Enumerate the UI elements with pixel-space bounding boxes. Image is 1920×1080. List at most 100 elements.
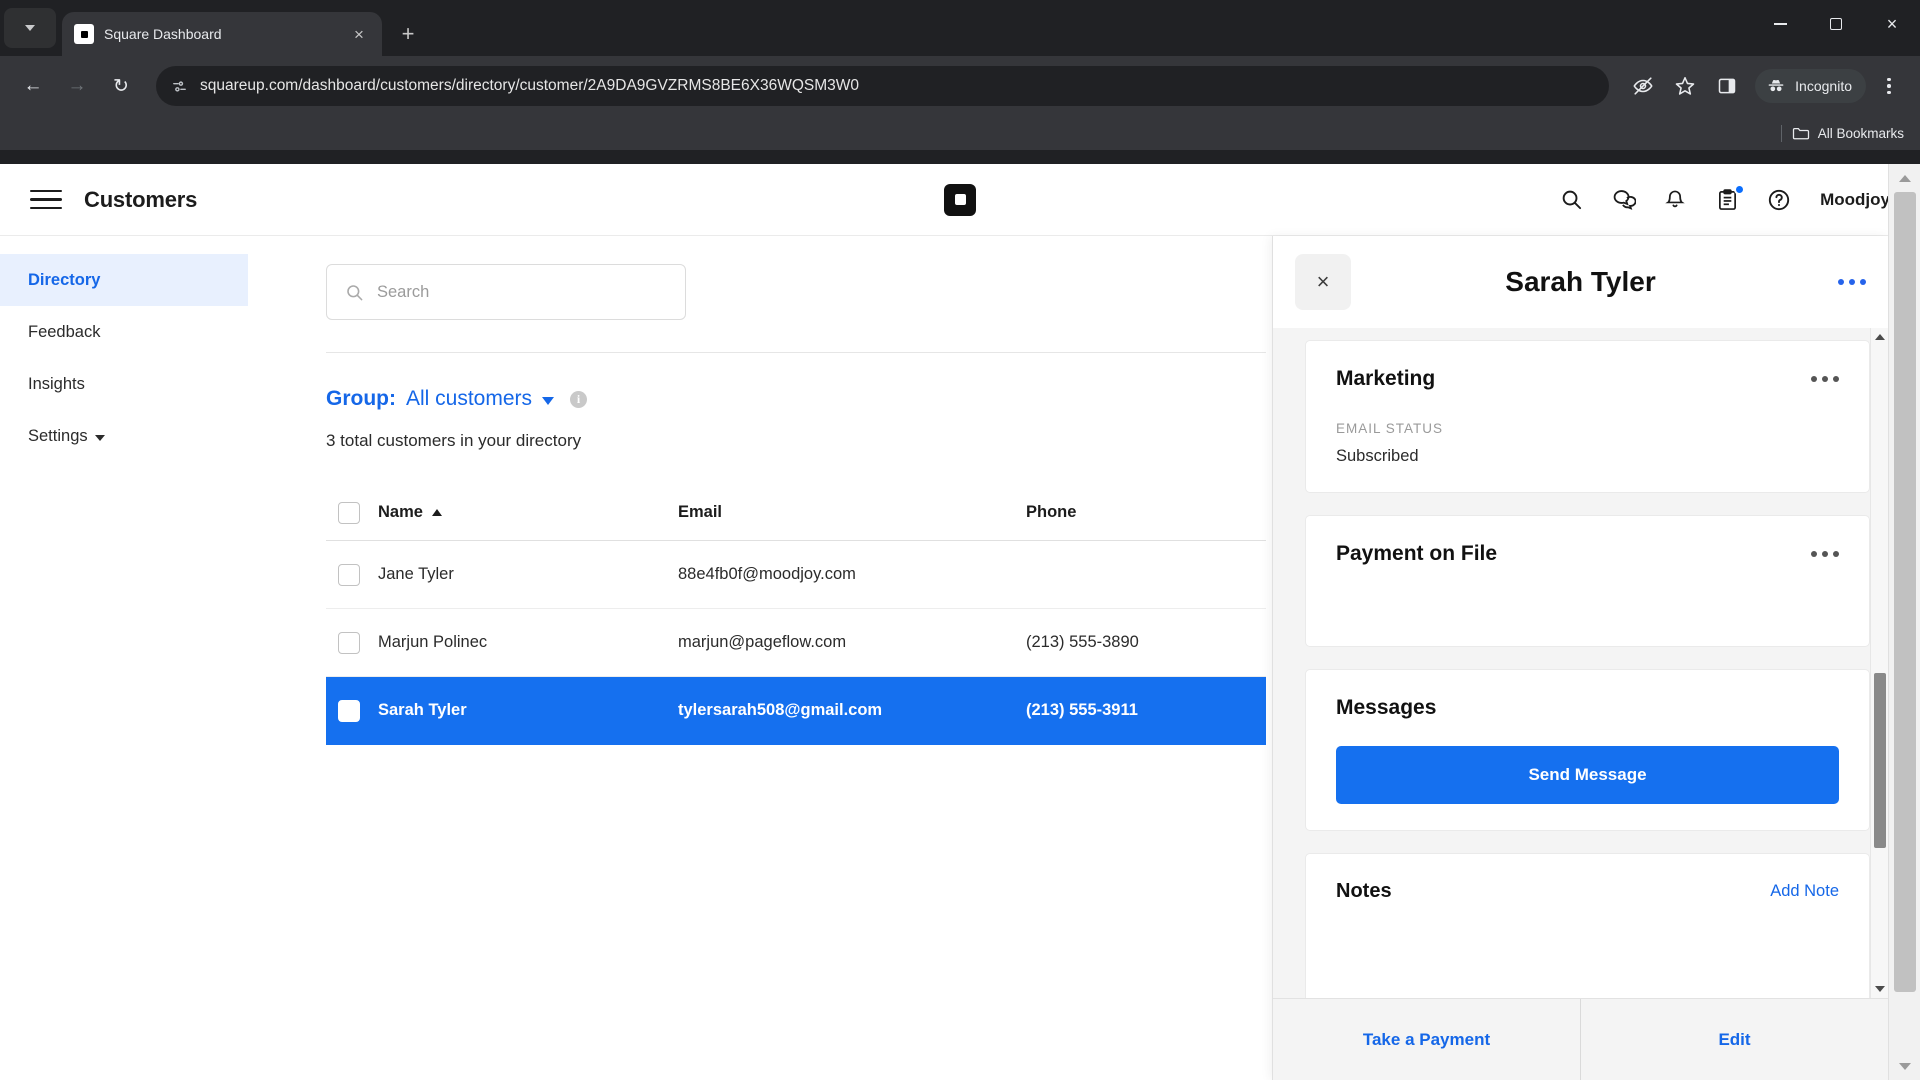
take-a-payment-button[interactable]: Take a Payment xyxy=(1273,999,1580,1080)
column-header-phone[interactable]: Phone xyxy=(1018,503,1266,522)
row-checkbox-cell[interactable] xyxy=(326,631,378,654)
panel-scrollbar[interactable] xyxy=(1870,328,1888,998)
info-icon[interactable]: i xyxy=(570,390,588,408)
card-header: Messages xyxy=(1336,696,1839,720)
forward-button[interactable]: → xyxy=(58,67,96,105)
minimize-window-button[interactable] xyxy=(1752,0,1808,48)
side-panel-icon[interactable] xyxy=(1709,68,1745,104)
app-header: Customers Moodjoy xyxy=(0,164,1920,236)
page-scrollbar-thumb[interactable] xyxy=(1894,192,1916,992)
page-scrollbar[interactable] xyxy=(1888,164,1920,1080)
sidebar-item-feedback[interactable]: Feedback xyxy=(0,306,248,358)
edit-button[interactable]: Edit xyxy=(1581,999,1888,1080)
sidebar-item-settings[interactable]: Settings xyxy=(0,410,248,462)
scroll-up-button[interactable] xyxy=(1871,328,1888,346)
browser-window: Square Dashboard × + × ← → ↻ squareup.co… xyxy=(0,0,1920,1080)
select-all-checkbox-cell[interactable] xyxy=(326,501,378,524)
bell-icon[interactable] xyxy=(1660,185,1690,215)
close-window-button[interactable]: × xyxy=(1864,0,1920,48)
chevron-down-icon xyxy=(94,434,105,441)
close-panel-button[interactable]: × xyxy=(1295,254,1351,310)
cell-name: Sarah Tyler xyxy=(378,701,467,719)
sidebar-item-label: Insights xyxy=(28,374,85,393)
reload-button[interactable]: ↻ xyxy=(102,67,140,105)
panel-title: Sarah Tyler xyxy=(1505,266,1656,297)
divider xyxy=(326,352,1266,353)
page-scroll-up-button[interactable] xyxy=(1889,164,1920,192)
add-note-link[interactable]: Add Note xyxy=(1770,882,1839,901)
sidebar: Directory Feedback Insights Settings xyxy=(0,236,248,1080)
row-checkbox[interactable] xyxy=(338,563,360,586)
back-button[interactable]: ← xyxy=(14,67,52,105)
help-icon[interactable] xyxy=(1764,185,1794,215)
scrollbar-thumb[interactable] xyxy=(1874,673,1886,848)
incognito-indicator[interactable]: Incognito xyxy=(1755,69,1866,103)
row-checkbox-cell[interactable] xyxy=(326,699,378,722)
sidebar-item-insights[interactable]: Insights xyxy=(0,358,248,410)
search-input[interactable]: Search xyxy=(326,264,686,320)
maximize-window-button[interactable] xyxy=(1808,0,1864,48)
column-header-email[interactable]: Email xyxy=(678,503,1018,522)
all-bookmarks-label: All Bookmarks xyxy=(1817,125,1904,141)
search-icon xyxy=(347,284,363,300)
all-bookmarks-button[interactable]: All Bookmarks xyxy=(1792,126,1904,141)
table-row[interactable]: Jane Tyler 88e4fb0f@moodjoy.com xyxy=(326,541,1266,609)
kebab-menu-icon[interactable] xyxy=(1872,68,1906,104)
notification-badge xyxy=(1734,183,1746,195)
group-filter-label: Group: xyxy=(326,387,396,410)
close-tab-icon[interactable]: × xyxy=(348,23,370,45)
row-checkbox-cell[interactable] xyxy=(326,563,378,586)
table-row[interactable]: Marjun Polinec marjun@pageflow.com (213)… xyxy=(326,609,1266,677)
card-title: Notes xyxy=(1336,880,1392,902)
triangle-down-icon xyxy=(1898,1062,1911,1070)
eye-slash-icon[interactable] xyxy=(1625,68,1661,104)
panel-body[interactable]: Marketing EMAIL STATUS Subscribed Paymen… xyxy=(1273,328,1888,998)
chevron-down-icon xyxy=(25,25,35,31)
table-row-selected[interactable]: Sarah Tyler tylersarah508@gmail.com (213… xyxy=(326,677,1266,745)
address-bar-url: squareup.com/dashboard/customers/directo… xyxy=(200,77,860,94)
divider xyxy=(1780,124,1782,142)
clipboard-icon[interactable] xyxy=(1712,183,1746,215)
page-title: Customers xyxy=(84,186,198,212)
table-header-row: Name Email Phone xyxy=(326,485,1266,541)
app-body: Directory Feedback Insights Settings Sea… xyxy=(0,236,1920,1080)
marketing-more-options-icon[interactable] xyxy=(1811,376,1839,382)
bookmark-star-icon[interactable] xyxy=(1667,68,1703,104)
row-checkbox[interactable] xyxy=(338,699,360,722)
page-content: Customers Moodjoy Directory Feedback Ins… xyxy=(0,164,1920,1080)
column-header-name[interactable]: Name xyxy=(378,503,678,522)
panel-more-options-icon[interactable] xyxy=(1838,279,1866,285)
hamburger-icon[interactable] xyxy=(30,189,62,210)
cell-phone: (213) 555-3890 xyxy=(1026,633,1139,651)
chat-icon[interactable] xyxy=(1608,185,1638,215)
sidebar-item-label: Feedback xyxy=(28,322,101,341)
address-bar[interactable]: squareup.com/dashboard/customers/directo… xyxy=(156,66,1610,106)
triangle-down-icon xyxy=(1874,986,1885,992)
chevron-down-icon[interactable] xyxy=(542,397,555,405)
cell-email: tylersarah508@gmail.com xyxy=(678,701,883,719)
sidebar-item-directory[interactable]: Directory xyxy=(0,254,248,306)
triangle-up-icon xyxy=(1874,334,1885,340)
card-header: Payment on File xyxy=(1336,542,1839,566)
browser-toolbar: ← → ↻ squareup.com/dashboard/customers/d… xyxy=(0,56,1920,116)
account-name[interactable]: Moodjoy xyxy=(1820,190,1890,210)
new-tab-button[interactable]: + xyxy=(390,16,426,52)
select-all-checkbox[interactable] xyxy=(338,501,360,524)
cell-name: Marjun Polinec xyxy=(378,633,488,651)
cell-email: marjun@pageflow.com xyxy=(678,633,847,651)
header-actions: Moodjoy xyxy=(1556,183,1890,215)
window-controls: × xyxy=(1752,0,1920,48)
page-scroll-down-button[interactable] xyxy=(1889,1052,1920,1080)
square-logo-icon xyxy=(944,183,976,216)
page-info-icon[interactable] xyxy=(170,77,188,95)
row-checkbox[interactable] xyxy=(338,631,360,654)
browser-tab[interactable]: Square Dashboard × xyxy=(62,12,382,56)
tab-search-button[interactable] xyxy=(4,8,56,48)
payment-more-options-icon[interactable] xyxy=(1811,551,1839,557)
square-logo-icon xyxy=(74,24,94,44)
scroll-down-button[interactable] xyxy=(1871,980,1888,998)
send-message-button[interactable]: Send Message xyxy=(1336,746,1839,804)
marketing-card: Marketing EMAIL STATUS Subscribed xyxy=(1305,340,1870,493)
search-placeholder: Search xyxy=(377,282,430,301)
search-icon[interactable] xyxy=(1556,185,1586,215)
